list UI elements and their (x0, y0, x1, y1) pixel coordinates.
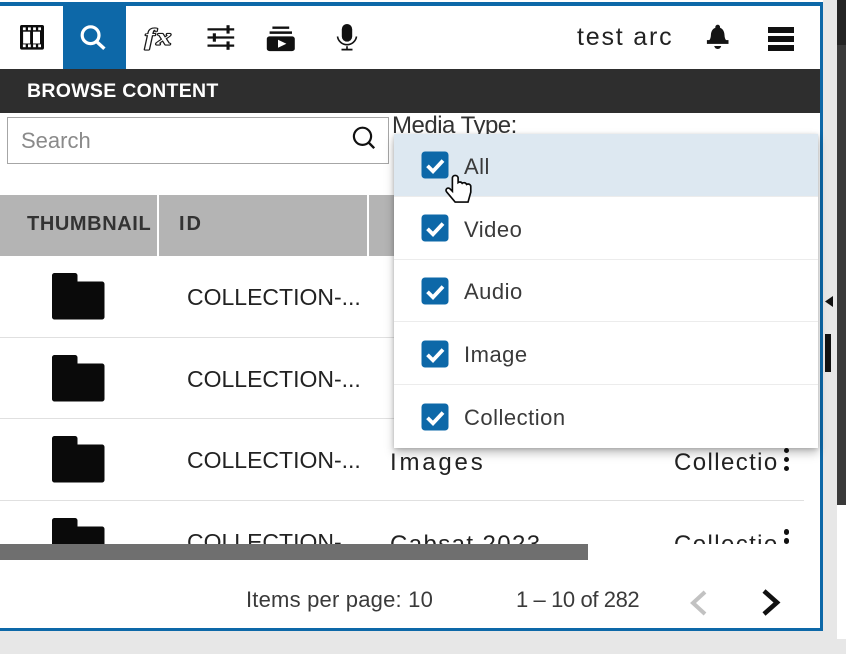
svg-text:fx: fx (145, 24, 173, 50)
